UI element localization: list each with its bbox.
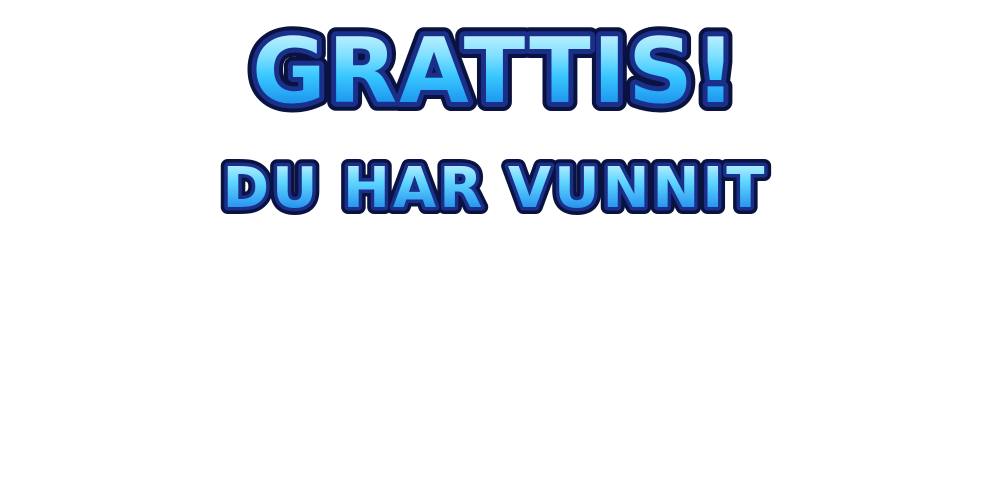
win-screen: GRATTIS! GRATTIS! GRATTIS! DU HAR VUNNIT… — [0, 0, 991, 497]
headline-group: GRATTIS! GRATTIS! GRATTIS! — [243, 10, 745, 133]
subline-group: DU HAR VUNNIT DU HAR VUNNIT DU HAR VUNNI… — [216, 149, 772, 228]
headline-text: GRATTIS! — [252, 19, 738, 124]
subline-text: DU HAR VUNNIT — [223, 156, 768, 221]
win-banner: GRATTIS! GRATTIS! GRATTIS! DU HAR VUNNIT… — [0, 0, 991, 230]
